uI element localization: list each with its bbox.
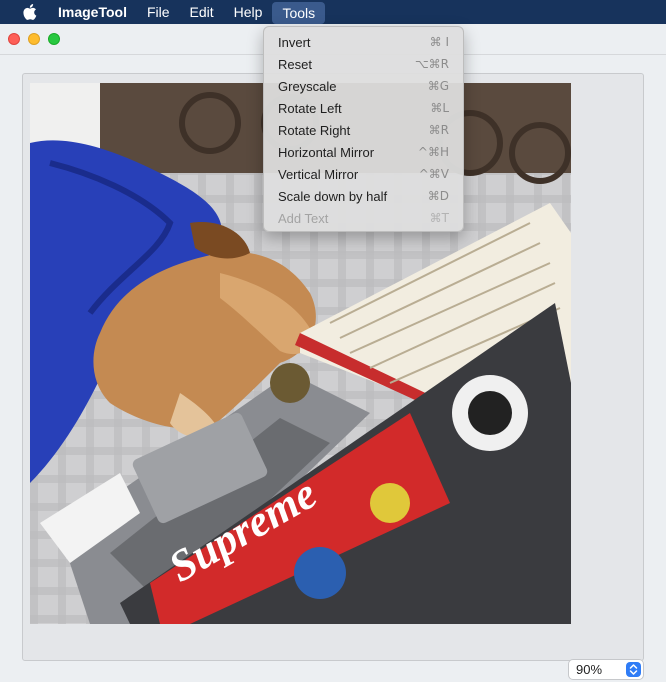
menu-item-reset[interactable]: Reset ⌥⌘R [264, 53, 463, 75]
menu-item-shortcut: ⌘T [429, 211, 449, 225]
chevron-updown-icon[interactable] [626, 662, 641, 677]
menu-item-label: Horizontal Mirror [278, 144, 375, 160]
menu-item-label: Reset [278, 56, 312, 72]
menu-item-invert[interactable]: Invert ⌘ I [264, 31, 463, 53]
close-button[interactable] [8, 33, 20, 45]
menu-item-label: Vertical Mirror [278, 166, 359, 182]
menu-item-add-text: Add Text ⌘T [264, 207, 463, 229]
menu-item-shortcut: ⌘L [430, 101, 449, 115]
menu-item-shortcut: ⌥⌘R [414, 57, 449, 71]
menu-item-label: Add Text [278, 210, 329, 226]
menu-item-shortcut: ⌘G [427, 79, 449, 93]
menu-item-shortcut: ⌘D [427, 189, 449, 203]
menu-help[interactable]: Help [224, 0, 273, 24]
menu-app-name[interactable]: ImageTool [48, 0, 137, 24]
menu-file[interactable]: File [137, 0, 180, 24]
menu-item-shortcut: ⌘R [428, 123, 449, 137]
zoom-select[interactable]: 90% [568, 659, 644, 680]
minimize-button[interactable] [28, 33, 40, 45]
menu-item-label: Rotate Left [278, 100, 342, 116]
menu-item-label: Scale down by half [278, 188, 388, 204]
menu-item-scale-down[interactable]: Scale down by half ⌘D [264, 185, 463, 207]
menu-tools[interactable]: Tools [272, 1, 326, 24]
menu-item-rotate-left[interactable]: Rotate Left ⌘L [264, 97, 463, 119]
apple-icon[interactable] [22, 3, 38, 21]
menu-item-shortcut: ⌘ I [429, 35, 449, 49]
tools-menu: Invert ⌘ I Reset ⌥⌘R Greyscale ⌘G Rotate… [263, 26, 464, 232]
zoom-value: 90% [576, 662, 603, 677]
menu-item-rotate-right[interactable]: Rotate Right ⌘R [264, 119, 463, 141]
zoom-button[interactable] [48, 33, 60, 45]
menu-bar: ImageTool File Edit Help Tools [0, 0, 666, 24]
menu-item-horizontal-mirror[interactable]: Horizontal Mirror ^⌘H [264, 141, 463, 163]
menu-item-vertical-mirror[interactable]: Vertical Mirror ^⌘V [264, 163, 463, 185]
menu-item-shortcut: ^⌘H [417, 145, 449, 159]
menu-edit[interactable]: Edit [180, 0, 224, 24]
menu-item-shortcut: ^⌘V [418, 167, 449, 181]
menu-item-label: Rotate Right [278, 122, 351, 138]
menu-item-label: Greyscale [278, 78, 337, 94]
menu-item-label: Invert [278, 34, 311, 50]
menu-item-greyscale[interactable]: Greyscale ⌘G [264, 75, 463, 97]
